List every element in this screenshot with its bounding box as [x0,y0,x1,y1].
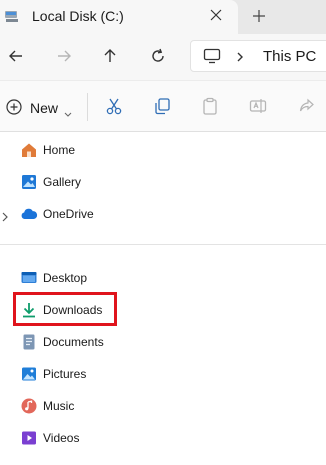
sidebar-item-label: Music [43,399,75,413]
sidebar-item-label: OneDrive [43,207,94,221]
sidebar-item-label: Videos [43,431,80,445]
sidebar-item-home[interactable]: Home [0,136,326,164]
sidebar-item-label: Home [43,143,76,157]
sidebar-item-label: Documents [43,335,104,349]
sidebar-item-music[interactable]: Music [0,392,326,420]
sidebar-item-documents[interactable]: Documents [0,328,326,356]
home-icon [20,141,38,159]
sidebar-item-videos[interactable]: Videos [0,424,326,452]
navigation-pane: Home Gallery OneDrive Desktop Downloads [0,132,326,465]
downloads-highlight-box [13,292,117,326]
new-tab-icon[interactable] [250,7,268,25]
plus-circle-icon [6,99,22,115]
pane-divider [0,244,326,245]
videos-icon [20,429,38,447]
close-icon[interactable] [208,7,224,23]
drive-icon [4,8,20,24]
share-icon[interactable] [296,96,316,116]
address-bar[interactable]: This PC [190,40,326,72]
refresh-icon[interactable] [148,46,168,66]
forward-icon[interactable] [54,46,74,66]
documents-icon [20,333,38,351]
sidebar-item-label: Gallery [43,175,82,189]
command-bar: New [0,80,326,132]
copy-icon[interactable] [152,96,172,116]
paste-icon[interactable] [200,96,220,116]
desktop-icon [20,269,38,287]
tab-local-disk[interactable]: Local Disk (C:) [0,0,238,34]
tab-title: Local Disk (C:) [32,8,124,24]
gallery-icon [20,173,38,191]
sidebar-item-gallery[interactable]: Gallery [0,168,326,196]
this-pc-icon [203,48,221,64]
tab-strip: Local Disk (C:) [0,0,326,34]
sidebar-item-label: Desktop [43,271,88,285]
sidebar-item-pictures[interactable]: Pictures [0,360,326,388]
rename-icon[interactable] [248,96,268,116]
sidebar-item-desktop[interactable]: Desktop [0,264,326,292]
up-icon[interactable] [100,46,120,66]
music-icon [20,397,38,415]
back-icon[interactable] [6,46,26,66]
address-path[interactable]: This PC [263,48,316,65]
navigation-bar: This PC [0,34,326,80]
new-label: New [30,100,59,116]
chevron-right-icon[interactable] [235,50,245,62]
chevron-down-icon [64,105,72,117]
sidebar-item-onedrive[interactable]: OneDrive [0,200,326,228]
cut-icon[interactable] [104,96,124,116]
chevron-right-icon[interactable] [1,209,9,222]
new-button[interactable]: New [4,95,76,117]
sidebar-item-label: Pictures [43,367,87,381]
pictures-icon [20,365,38,383]
toolbar-divider [87,93,88,121]
onedrive-icon [20,205,38,223]
